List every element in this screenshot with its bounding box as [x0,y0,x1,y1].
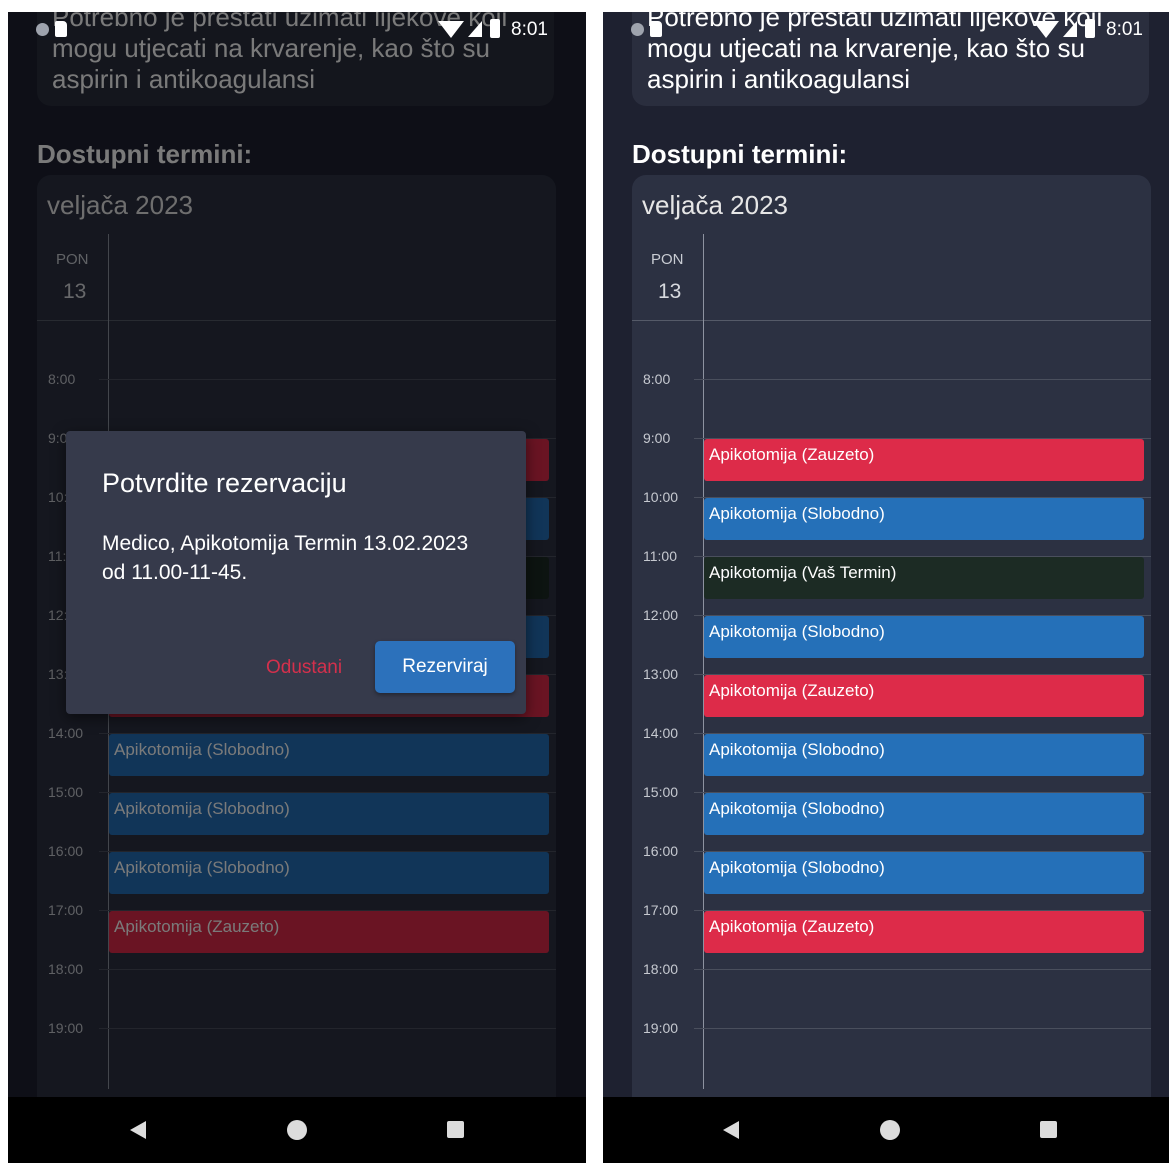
hour-gridline [694,379,1151,380]
event-mine[interactable]: Apikotomija (Vaš Termin) [704,557,1144,599]
home-icon[interactable] [880,1120,900,1140]
hour-label: 9:00 [643,430,671,446]
hour-label: 13:00 [643,666,679,682]
hour-label: 10:00 [643,489,679,505]
status-bar: 8:01 [603,12,1169,48]
event-free[interactable]: Apikotomija (Slobodno) [704,852,1144,894]
hour-label: 16:00 [643,843,679,859]
back-icon[interactable] [723,1121,739,1139]
day-divider [703,234,704,1089]
status-time: 8:01 [1106,19,1143,40]
screen-calendar: 8:01 Potrebno je prestati uzimati lijeko… [603,12,1169,1163]
navigation-bar [8,1097,586,1163]
battery-icon [1085,19,1095,38]
dialog-title: Potvrdite rezervaciju [102,468,347,498]
signal-icon [1063,21,1077,37]
battery-icon [490,19,500,38]
event-free[interactable]: Apikotomija (Slobodno) [704,793,1144,835]
home-icon[interactable] [287,1120,307,1140]
event-busy[interactable]: Apikotomija (Zauzeto) [704,911,1144,953]
dialog-message: Medico, Apikotomija Termin 13.02.2023 od… [102,532,469,584]
cancel-button[interactable]: Odustani [266,657,342,679]
day-name: PON [651,251,684,268]
hour-label: 11:00 [643,548,677,564]
screen-with-dialog: 8:01 Potrebno je prestati uzimati lijeko… [8,12,586,1163]
hour-label: 18:00 [643,961,679,977]
event-busy[interactable]: Apikotomija (Zauzeto) [704,439,1144,481]
hour-label: 19:00 [643,1020,679,1036]
event-free[interactable]: Apikotomija (Slobodno) [704,616,1144,658]
navigation-bar [603,1097,1169,1163]
hour-gridline [694,969,1151,970]
event-free[interactable]: Apikotomija (Slobodno) [704,734,1144,776]
status-time: 8:01 [511,19,548,40]
hour-label: 17:00 [643,902,679,918]
confirm-dialog: Potvrdite rezervaciju Medico, Apikotomij… [66,431,526,714]
hour-label: 15:00 [643,784,679,800]
event-free[interactable]: Apikotomija (Slobodno) [704,498,1144,540]
day-number[interactable]: 13 [658,280,681,304]
sd-card-icon [650,21,662,37]
hour-gridline [694,1028,1151,1029]
notification-dot-icon [631,23,644,36]
month-label[interactable]: veljača 2023 [642,190,788,221]
reserve-button[interactable]: Rezerviraj [375,641,515,693]
wifi-icon [1033,21,1059,38]
notification-dot-icon [36,23,49,36]
section-title: Dostupni termini: [632,139,848,169]
back-icon[interactable] [130,1121,146,1139]
hour-label: 12:00 [643,607,679,623]
event-busy[interactable]: Apikotomija (Zauzeto) [704,675,1144,717]
hour-label: 8:00 [643,371,671,387]
header-divider [632,320,1151,321]
recent-apps-icon[interactable] [447,1121,464,1138]
signal-icon [468,21,482,37]
status-bar: 8:01 [8,12,586,48]
recent-apps-icon[interactable] [1040,1121,1057,1138]
hour-label: 14:00 [643,725,679,741]
calendar [632,175,1151,1163]
sd-card-icon [55,21,67,37]
wifi-icon [438,21,464,38]
